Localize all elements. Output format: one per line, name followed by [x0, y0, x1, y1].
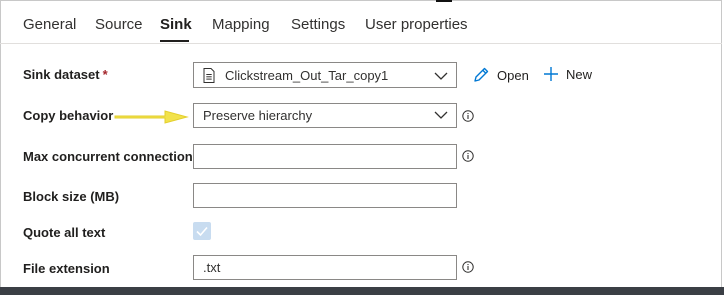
open-label: Open — [497, 67, 529, 83]
tab-bar: General Source Sink Mapping Settings Use… — [0, 0, 722, 44]
active-tab-indicator — [160, 40, 189, 42]
tab-user-properties[interactable]: User properties — [365, 16, 468, 33]
file-extension-value: .txt — [203, 260, 221, 275]
plus-icon — [544, 67, 558, 81]
quote-all-text-label: Quote all text — [23, 225, 106, 240]
block-size-input[interactable] — [193, 183, 457, 208]
open-dataset-button[interactable]: Open — [472, 66, 529, 84]
dataset-file-icon — [203, 68, 215, 83]
file-extension-input[interactable]: .txt — [193, 255, 457, 280]
copy-behavior-label: Copy behavior — [23, 108, 114, 123]
tab-sink[interactable]: Sink — [160, 16, 192, 33]
sink-dataset-label-text: Sink dataset — [23, 67, 100, 82]
yellow-arrow-annotation — [114, 110, 189, 124]
pencil-icon — [474, 67, 489, 82]
chevron-down-icon — [434, 111, 448, 119]
quote-all-text-checkbox[interactable] — [193, 222, 211, 240]
checkmark-icon — [196, 226, 208, 237]
copy-behavior-dropdown[interactable]: Preserve hierarchy — [193, 103, 457, 128]
info-icon[interactable] — [462, 110, 474, 122]
info-icon[interactable] — [462, 150, 474, 162]
info-icon[interactable] — [462, 261, 474, 273]
max-concurrent-connections-label: Max concurrent connections — [23, 149, 200, 164]
max-concurrent-connections-input[interactable] — [193, 144, 457, 169]
tab-source[interactable]: Source — [95, 16, 143, 33]
bottom-bar — [0, 287, 724, 295]
new-dataset-button[interactable]: New — [543, 66, 592, 82]
copy-behavior-value: Preserve hierarchy — [203, 108, 313, 123]
chevron-down-icon — [434, 72, 448, 80]
file-extension-label: File extension — [23, 261, 110, 276]
required-marker: * — [102, 67, 108, 82]
tab-general[interactable]: General — [23, 16, 76, 33]
sink-dataset-dropdown[interactable]: Clickstream_Out_Tar_copy1 — [193, 62, 457, 88]
tab-settings[interactable]: Settings — [291, 16, 345, 33]
block-size-label: Block size (MB) — [23, 189, 120, 204]
sink-dataset-value: Clickstream_Out_Tar_copy1 — [225, 68, 389, 83]
new-label: New — [566, 66, 593, 82]
tab-mapping[interactable]: Mapping — [212, 16, 270, 33]
sink-dataset-label: Sink dataset * — [23, 67, 108, 82]
